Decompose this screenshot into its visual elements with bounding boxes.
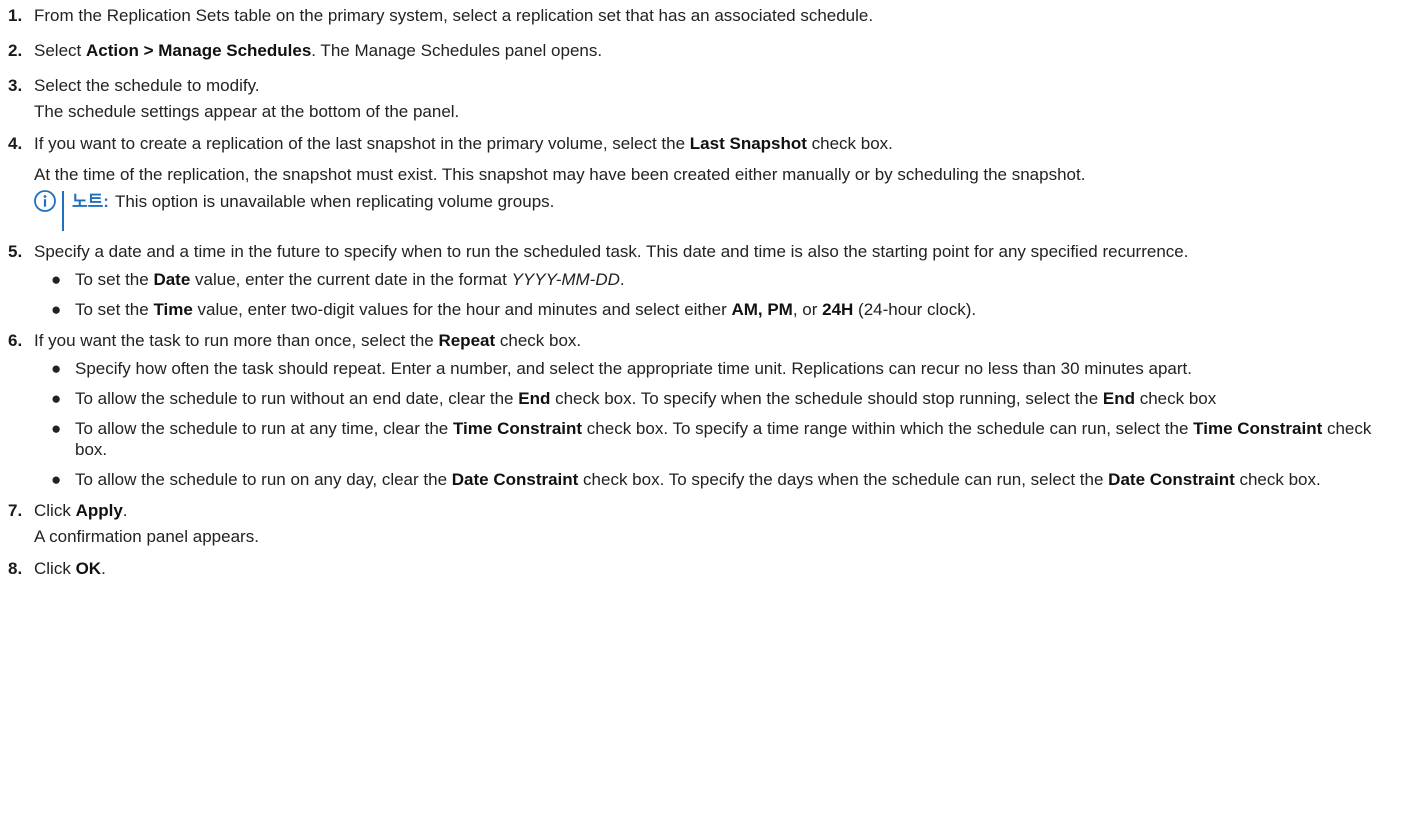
step-result: A confirmation panel appears. (34, 527, 259, 546)
step-1: 1. From the Replication Sets table on th… (8, 5, 1403, 26)
step-4: 4. If you want to create a replication o… (8, 133, 1403, 233)
note-callout: 노트: This option is unavailable when repli… (34, 190, 1403, 233)
bullet-list: ● Specify how often the task should repea… (34, 358, 1403, 490)
step-number: 5. (8, 242, 23, 261)
list-item: ● To set the Time value, enter two-digit … (51, 300, 977, 319)
apply-label: Apply (75, 501, 123, 520)
procedure: 1. From the Replication Sets table on th… (0, 0, 1411, 816)
info-circle-icon (34, 190, 56, 212)
ok-label: OK (75, 559, 102, 578)
step-number: 3. (8, 76, 23, 95)
step-number: 4. (8, 134, 23, 153)
list-item: ● To allow the schedule to run without an… (51, 389, 1217, 408)
step-text: From the Replication Sets table on the p… (34, 6, 874, 25)
step-7: 7. Click Apply. A confirmation panel app… (8, 500, 1403, 547)
step-6: 6. If you want the task to run more than… (8, 330, 1403, 490)
step-number: 7. (8, 501, 23, 520)
step-text: Select Action > Manage Schedules. The Ma… (34, 41, 603, 60)
list-item: ● To allow the schedule to run at any tim… (51, 419, 1372, 459)
note-label: 노트: (72, 192, 109, 211)
step-text: Select the schedule to modify. (34, 76, 260, 95)
list-item: ● To allow the schedule to run on any day… (51, 470, 1321, 489)
step-5: 5. Specify a date and a time in the futu… (8, 241, 1403, 320)
step-text: Click OK. (34, 559, 106, 578)
note-content: 노트: This option is unavailable when repli… (72, 191, 554, 212)
menu-path: Action > Manage Schedules (85, 41, 312, 60)
step-result: The schedule settings appear at the bott… (34, 102, 460, 121)
step-number: 6. (8, 331, 23, 350)
step-text: If you want the task to run more than on… (34, 331, 582, 350)
list-item: ● To set the Date value, enter the curren… (51, 270, 625, 289)
step-3: 3. Select the schedule to modify. The sc… (8, 75, 1403, 122)
step-info-paragraph: At the time of the replication, the snap… (34, 165, 1086, 184)
list-item: ● Specify how often the task should repea… (51, 359, 1192, 378)
step-number: 1. (8, 6, 23, 25)
step-text: If you want to create a replication of t… (34, 134, 893, 153)
step-8: 8. Click OK. (8, 558, 1403, 579)
step-text: Click Apply. (34, 501, 128, 520)
step-2: 2. Select Action > Manage Schedules. The… (8, 40, 1403, 61)
step-number: 2. (8, 41, 23, 60)
note-text: This option is unavailable when replicat… (114, 192, 555, 211)
bullet-list: ● To set the Date value, enter the curren… (34, 269, 1403, 320)
note-divider (62, 191, 64, 231)
step-number: 8. (8, 559, 23, 578)
step-text: Specify a date and a time in the future … (34, 242, 1189, 261)
